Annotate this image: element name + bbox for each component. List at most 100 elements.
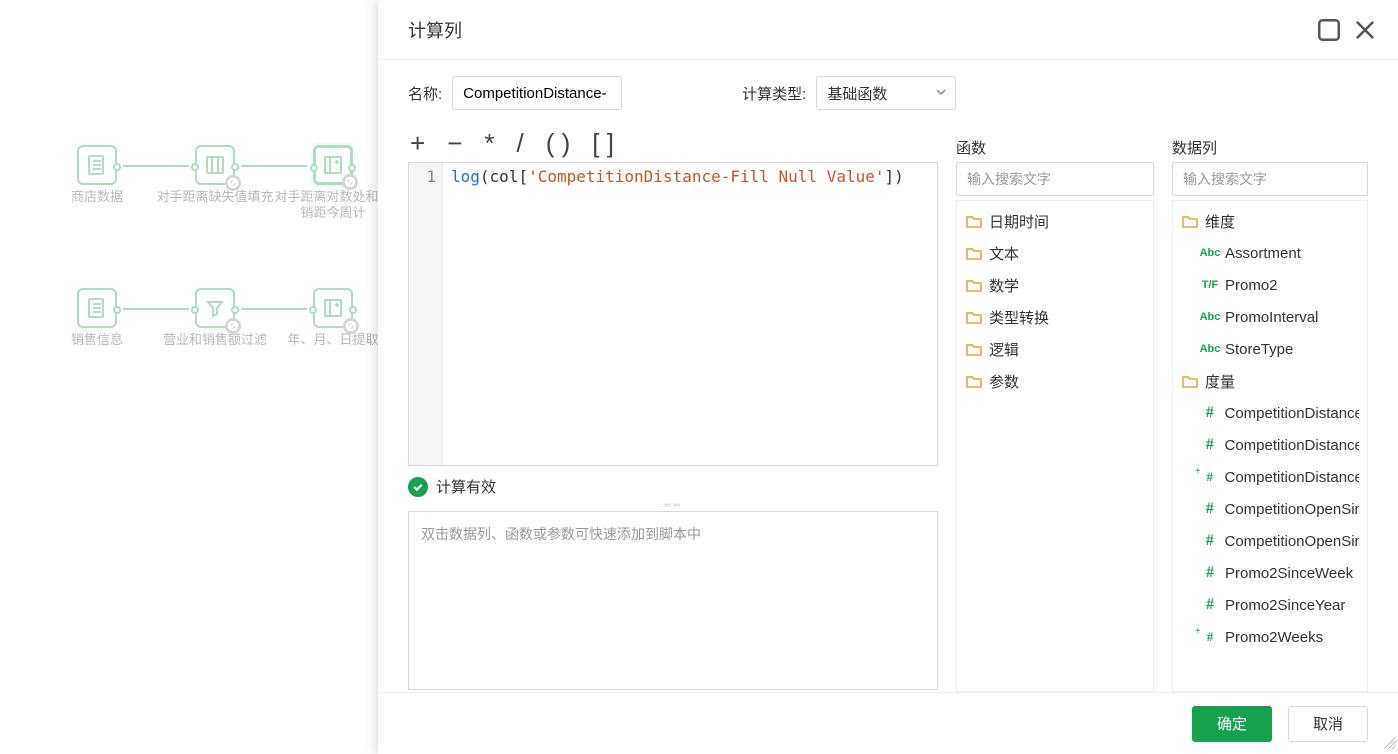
data-column-label: Assortment: [1225, 245, 1301, 262]
number-type-icon: #: [1201, 436, 1219, 454]
data-columns-tree[interactable]: 维度 AbcAssortment T/F Promo2 Abc PromoInterval…: [1172, 200, 1368, 692]
folder-icon: [965, 342, 983, 356]
function-folder[interactable]: 参数: [957, 365, 1153, 397]
maximize-icon[interactable]: [1316, 17, 1342, 43]
dialog-footer: 确定 取消: [378, 692, 1398, 754]
folder-icon: [1181, 214, 1199, 228]
data-columns-search[interactable]: 输入搜索文字: [1172, 162, 1368, 196]
operator-button[interactable]: +: [410, 130, 425, 156]
folder-icon: [965, 214, 983, 228]
data-column-item[interactable]: T/F Promo2: [1173, 269, 1367, 301]
operator-button[interactable]: /: [517, 130, 524, 156]
data-column-label: Promo2SinceWeek: [1225, 565, 1353, 582]
function-folder[interactable]: 逻辑: [957, 333, 1153, 365]
cancel-button-label: 取消: [1313, 713, 1343, 734]
data-group[interactable]: 度量: [1173, 365, 1367, 397]
function-folder[interactable]: 数学: [957, 269, 1153, 301]
hint-box: 双击数据列、函数或参数可快速添加到脚本中: [408, 511, 938, 690]
folder-icon: [965, 278, 983, 292]
code-content[interactable]: log(col['CompetitionDistance-Fill Null V…: [443, 163, 937, 465]
number-type-icon: #: [1201, 500, 1218, 518]
operator-toolbar: +−* / ( ) [ ]: [408, 128, 938, 158]
data-column-item[interactable]: # CompetitionOpenSin: [1173, 525, 1367, 557]
data-group-label: 维度: [1205, 211, 1235, 232]
name-label: 名称:: [408, 83, 442, 104]
text-type-icon: Abc: [1201, 311, 1219, 323]
dialog-body: 名称: 计算类型: 基础函数 +−* / ( ) [ ] 1 log(col['Com…: [378, 60, 1398, 692]
data-column-label: Promo2SinceYear: [1225, 597, 1345, 614]
name-input[interactable]: [452, 76, 622, 110]
data-group[interactable]: 维度: [1173, 205, 1367, 237]
data-column-item[interactable]: AbcAssortment: [1173, 237, 1367, 269]
data-column-item[interactable]: Abc PromoInterval: [1173, 301, 1367, 333]
computed-number-type-icon: #: [1201, 469, 1219, 485]
data-column-item[interactable]: #CompetitionDistance: [1173, 397, 1367, 429]
operator-button[interactable]: ( ): [546, 130, 571, 156]
type-label: 计算类型:: [742, 83, 806, 104]
operator-button[interactable]: *: [484, 130, 494, 156]
main-area: +−* / ( ) [ ] 1 log(col['CompetitionDistanc…: [408, 128, 1368, 692]
data-column-label: StoreType: [1225, 341, 1293, 358]
data-column-item[interactable]: # CompetitionDistance: [1173, 461, 1367, 493]
computed-number-type-icon: #: [1201, 629, 1219, 645]
resize-handle-icon[interactable]: ══: [408, 501, 938, 509]
function-folder-label: 文本: [989, 243, 1019, 264]
function-folder[interactable]: 文本: [957, 237, 1153, 269]
data-column-label: Promo2: [1225, 277, 1278, 294]
form-row: 名称: 计算类型: 基础函数: [408, 76, 1368, 110]
close-icon[interactable]: [1352, 17, 1378, 43]
data-column-item[interactable]: # Promo2Weeks: [1173, 621, 1367, 653]
dialog-header: 计算列: [378, 0, 1398, 60]
operator-button[interactable]: −: [447, 130, 462, 156]
data-columns-panel: 数据列 输入搜索文字 维度 AbcAssortment T/F Promo2 Abc Pr…: [1172, 128, 1368, 692]
dialog-title: 计算列: [408, 17, 1306, 43]
data-column-item[interactable]: #CompetitionDistance: [1173, 429, 1367, 461]
folder-icon: [965, 246, 983, 260]
boolean-type-icon: T/F: [1201, 279, 1219, 291]
data-column-label: CompetitionOpenSin: [1224, 533, 1359, 550]
function-folder[interactable]: 类型转换: [957, 301, 1153, 333]
functions-search-placeholder: 输入搜索文字: [967, 169, 1051, 189]
data-column-item[interactable]: # CompetitionOpenSin: [1173, 493, 1367, 525]
function-folder-label: 参数: [989, 371, 1019, 392]
resize-grip-icon[interactable]: [1380, 733, 1396, 752]
check-circle-icon: [408, 477, 428, 497]
data-group-label: 度量: [1205, 371, 1235, 392]
editor-column: +−* / ( ) [ ] 1 log(col['CompetitionDistanc…: [408, 128, 938, 692]
chevron-down-icon: [935, 85, 947, 102]
operator-button[interactable]: [ ]: [592, 130, 614, 156]
functions-search[interactable]: 输入搜索文字: [956, 162, 1154, 196]
ok-button[interactable]: 确定: [1192, 706, 1272, 742]
data-column-item[interactable]: # Promo2SinceWeek: [1173, 557, 1367, 589]
data-column-item[interactable]: # Promo2SinceYear: [1173, 589, 1367, 621]
data-column-item[interactable]: AbcStoreType: [1173, 333, 1367, 365]
data-columns-search-placeholder: 输入搜索文字: [1183, 169, 1267, 189]
data-columns-panel-title: 数据列: [1172, 128, 1368, 158]
number-type-icon: #: [1201, 564, 1219, 582]
number-type-icon: #: [1201, 596, 1219, 614]
function-folder-label: 类型转换: [989, 307, 1049, 328]
code-editor[interactable]: 1 log(col['CompetitionDistance-Fill Null…: [408, 162, 938, 466]
functions-tree[interactable]: 日期时间文本数学类型转换逻辑参数: [956, 200, 1154, 692]
type-select-value: 基础函数: [827, 83, 887, 104]
line-number: 1: [409, 167, 436, 186]
data-column-label: Promo2Weeks: [1225, 629, 1323, 646]
line-gutter: 1: [409, 163, 443, 465]
data-column-label: CompetitionDistance: [1225, 469, 1360, 486]
cancel-button[interactable]: 取消: [1288, 706, 1368, 742]
function-folder-label: 数学: [989, 275, 1019, 296]
function-folder-label: 逻辑: [989, 339, 1019, 360]
folder-icon: [965, 310, 983, 324]
folder-icon: [965, 374, 983, 388]
computed-column-dialog: 计算列 名称: 计算类型: 基础函数 +−* / ( ) [ ]: [378, 0, 1398, 754]
ok-button-label: 确定: [1217, 713, 1247, 734]
status-text: 计算有效: [436, 476, 496, 497]
number-type-icon: #: [1201, 532, 1218, 550]
data-column-label: CompetitionOpenSin: [1224, 501, 1359, 518]
data-column-label: PromoInterval: [1225, 309, 1318, 326]
hint-text: 双击数据列、函数或参数可快速添加到脚本中: [421, 526, 701, 542]
number-type-icon: #: [1201, 404, 1219, 422]
type-select[interactable]: 基础函数: [816, 76, 956, 110]
function-folder[interactable]: 日期时间: [957, 205, 1153, 237]
functions-panel: 函数 输入搜索文字 日期时间文本数学类型转换逻辑参数: [956, 128, 1154, 692]
